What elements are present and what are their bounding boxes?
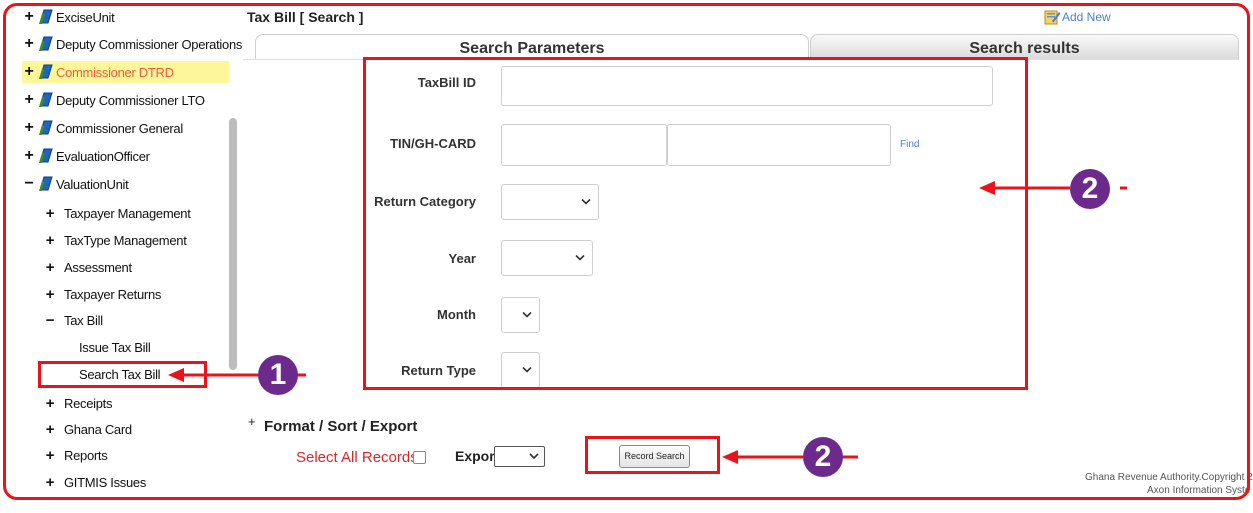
annotation-arrows [168, 181, 1127, 464]
annotation-badge-1: 1 [258, 355, 298, 395]
annotation-badge-2: 2 [1070, 169, 1110, 209]
annotation-badge-2b: 2 [803, 437, 843, 477]
